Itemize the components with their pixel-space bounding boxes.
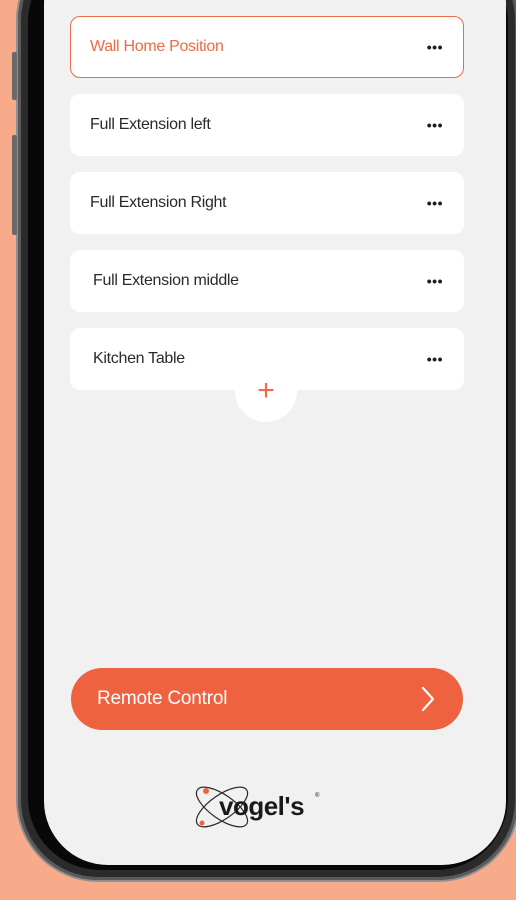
app-screen: Wall Home Position ••• Full Extension le… [44, 0, 506, 865]
position-item-wall-home[interactable]: Wall Home Position ••• [70, 16, 464, 78]
volume-button [12, 52, 17, 100]
power-button [12, 135, 17, 235]
remote-control-label: Remote Control [97, 688, 228, 709]
svg-text:vogel's: vogel's [219, 791, 304, 821]
more-options-icon[interactable]: ••• [427, 351, 443, 367]
remote-control-button[interactable]: Remote Control [71, 668, 463, 730]
plus-icon: + [257, 374, 275, 407]
position-item-full-extension-right[interactable]: Full Extension Right ••• [70, 172, 464, 234]
position-label: Full Extension middle [93, 272, 239, 289]
more-options-icon[interactable]: ••• [427, 39, 443, 55]
chevron-right-icon [421, 686, 435, 712]
position-item-full-extension-middle[interactable]: Full Extension middle ••• [70, 250, 464, 312]
more-options-icon[interactable]: ••• [427, 117, 443, 133]
vogels-logo: vogel's ® [195, 786, 320, 828]
svg-text:®: ® [315, 792, 320, 799]
position-list: Wall Home Position ••• Full Extension le… [70, 16, 464, 406]
more-options-icon[interactable]: ••• [427, 273, 443, 289]
position-item-full-extension-left[interactable]: Full Extension left ••• [70, 94, 464, 156]
position-label: Full Extension left [90, 116, 211, 133]
position-label: Wall Home Position [90, 38, 224, 55]
add-position-button[interactable]: + [235, 360, 297, 422]
position-label: Full Extension Right [90, 194, 227, 211]
more-options-icon[interactable]: ••• [427, 195, 443, 211]
